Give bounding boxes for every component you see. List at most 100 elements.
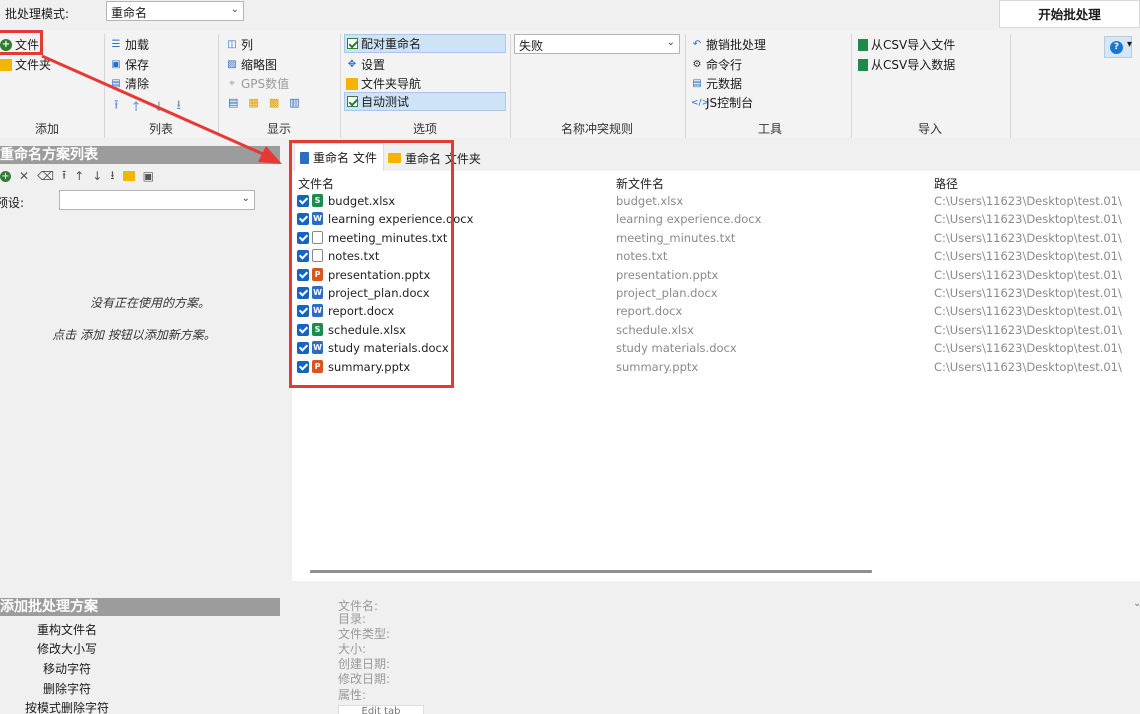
- divider: [851, 34, 852, 138]
- import-csv-file-button[interactable]: 从CSV导入文件: [858, 36, 955, 53]
- view-mode-buttons: ▤ ▦ ▩ ▥: [228, 96, 300, 109]
- chevron-down-icon[interactable]: ⌄: [1133, 598, 1140, 609]
- annotation-highlight-box: [289, 140, 454, 388]
- add-scheme-icon[interactable]: +: [0, 170, 11, 182]
- cell-path: C:\Users\11623\Desktop\test.01\: [934, 249, 1122, 264]
- js-console-label: JS控制台: [706, 96, 754, 110]
- help-button[interactable]: ? ▾: [1104, 36, 1132, 58]
- move-bottom-icon[interactable]: ⭳: [176, 96, 181, 118]
- cell-new-filename: learning experience.docx: [616, 212, 762, 227]
- batch-mode-select[interactable]: 重命名 ⌄: [106, 1, 244, 21]
- grid-view-icon[interactable]: ▦: [248, 96, 258, 109]
- batch-mode-value: 重命名: [111, 6, 148, 20]
- cell-path: C:\Users\11623\Desktop\test.01\: [934, 304, 1122, 319]
- gps-label: GPS数值: [241, 77, 290, 91]
- pair-rename-toggle[interactable]: 配对重命名: [344, 34, 506, 53]
- list-icon: ☰: [111, 38, 121, 50]
- group-label-add: 添加: [34, 122, 59, 136]
- erase-icon[interactable]: ⌫: [37, 169, 54, 183]
- cell-path: C:\Users\11623\Desktop\test.01\: [934, 322, 1122, 337]
- detail-attributes: 属性:: [338, 688, 367, 702]
- group-label-tools: 工具: [757, 122, 782, 136]
- list-view-icon[interactable]: ▤: [228, 96, 238, 109]
- metadata-button[interactable]: ▤ 元数据: [691, 75, 742, 92]
- location-pin-icon: ⌖: [229, 77, 235, 89]
- horizontal-scrollbar[interactable]: [310, 570, 872, 573]
- batch-scheme-header: 添加批处理方案: [0, 598, 280, 616]
- save-button[interactable]: ▣ 保存: [110, 56, 149, 73]
- add-folder-button[interactable]: 文件夹: [0, 56, 51, 73]
- conflict-rule-value: 失败: [519, 39, 544, 53]
- batch-item-delete-by-pattern[interactable]: 按模式删除字符: [2, 699, 132, 714]
- tile-view-icon[interactable]: ▩: [269, 96, 279, 109]
- column-header-new-name[interactable]: 新文件名: [616, 175, 664, 192]
- undo-batch-button[interactable]: ↶ 撤销批处理: [691, 36, 766, 53]
- batch-item-rebuild-name[interactable]: 重构文件名: [2, 621, 132, 638]
- command-line-label: 命令行: [706, 58, 743, 72]
- js-console-button[interactable]: </> JS控制台: [691, 94, 753, 111]
- batch-item-move-chars[interactable]: 移动字符: [2, 660, 132, 677]
- scheme-toolbar: + ✕ ⌫ ⭱ ↑ ↓ ⭳ ▣: [0, 168, 154, 184]
- cell-new-filename: schedule.xlsx: [616, 322, 694, 337]
- divider: [218, 34, 219, 138]
- folder-icon: [346, 77, 358, 90]
- cell-new-filename: project_plan.docx: [616, 286, 718, 300]
- move-down-icon[interactable]: ↓: [153, 100, 164, 115]
- group-label-conflict: 名称冲突规则: [560, 122, 633, 136]
- group-label-import: 导入: [917, 122, 942, 136]
- move-up-icon[interactable]: ↑: [131, 100, 142, 115]
- delete-icon[interactable]: ✕: [19, 169, 29, 183]
- help-icon: ?: [1110, 41, 1123, 54]
- columns-button[interactable]: ◫ 列: [226, 36, 253, 53]
- start-batch-button[interactable]: 开始批处理: [999, 0, 1140, 28]
- cell-path: C:\Users\11623\Desktop\test.01\: [934, 267, 1122, 282]
- import-csv-data-label: 从CSV导入数据: [871, 58, 956, 72]
- cell-path: C:\Users\11623\Desktop\test.01\: [934, 341, 1122, 356]
- cell-new-filename: meeting_minutes.txt: [616, 230, 736, 245]
- settings-button[interactable]: ✥ 设置: [346, 56, 385, 73]
- detail-view-icon[interactable]: ▥: [289, 96, 299, 109]
- move-down-icon[interactable]: ↓: [92, 169, 102, 183]
- batch-mode-label: 批处理模式:: [5, 7, 70, 21]
- cell-path: C:\Users\11623\Desktop\test.01\: [934, 359, 1122, 374]
- undo-batch-label: 撤销批处理: [706, 38, 767, 52]
- annotation-highlight-box: [0, 30, 43, 55]
- folder-nav-label: 文件夹导航: [361, 77, 422, 91]
- batch-item-change-case[interactable]: 修改大小写: [2, 640, 132, 657]
- gear-icon: ⚙: [692, 58, 702, 70]
- move-up-icon[interactable]: ↑: [74, 169, 84, 183]
- code-icon: </>: [691, 97, 710, 108]
- import-csv-data-button[interactable]: 从CSV导入数据: [858, 56, 955, 73]
- thumbnails-label: 缩略图: [241, 58, 278, 72]
- move-top-icon[interactable]: ⭱: [62, 166, 66, 187]
- save-icon: ▣: [111, 58, 121, 70]
- divider: [104, 34, 105, 138]
- gps-button[interactable]: ⌖ GPS数值: [226, 75, 289, 92]
- preset-select[interactable]: ⌄: [59, 190, 255, 210]
- column-header-path[interactable]: 路径: [934, 175, 958, 192]
- settings-icon: ✥: [347, 58, 357, 70]
- clear-button[interactable]: ▤ 清除: [110, 75, 149, 92]
- thumbnails-button[interactable]: ▨ 缩略图: [226, 56, 277, 73]
- detail-modified: 修改日期:: [338, 672, 391, 686]
- edit-tab-button[interactable]: Edit tab: [338, 705, 424, 714]
- empty-scheme-hint: 点击 添加 按钮以添加新方案。: [52, 328, 216, 342]
- app-window: 批处理模式: 重命名 ⌄ 开始批处理 + 文件 文件夹 添加 ☰ 加载 ▣ 保存…: [0, 0, 1140, 714]
- batch-item-delete-chars[interactable]: 删除字符: [2, 680, 132, 697]
- save-icon[interactable]: ▣: [143, 169, 154, 183]
- load-button[interactable]: ☰ 加载: [110, 36, 150, 53]
- move-top-icon[interactable]: ⭱: [114, 96, 119, 118]
- metadata-label: 元数据: [706, 77, 743, 91]
- conflict-rule-select[interactable]: 失败 ⌄: [514, 34, 680, 54]
- move-bottom-icon[interactable]: ⭳: [110, 166, 114, 187]
- cell-new-filename: report.docx: [616, 304, 683, 319]
- folder-nav-button[interactable]: 文件夹导航: [346, 75, 421, 92]
- scheme-list-header: 重命名方案列表: [0, 146, 280, 164]
- clear-label: 清除: [125, 77, 150, 91]
- move-buttons: ⭱ ↑ ↓ ⭳: [114, 96, 181, 118]
- import-csv-file-label: 从CSV导入文件: [871, 38, 956, 52]
- open-folder-icon[interactable]: [122, 171, 135, 181]
- auto-test-toggle[interactable]: 自动测试: [344, 92, 506, 111]
- chevron-down-icon: ⌄: [241, 193, 250, 204]
- command-line-button[interactable]: ⚙ 命令行: [691, 56, 743, 73]
